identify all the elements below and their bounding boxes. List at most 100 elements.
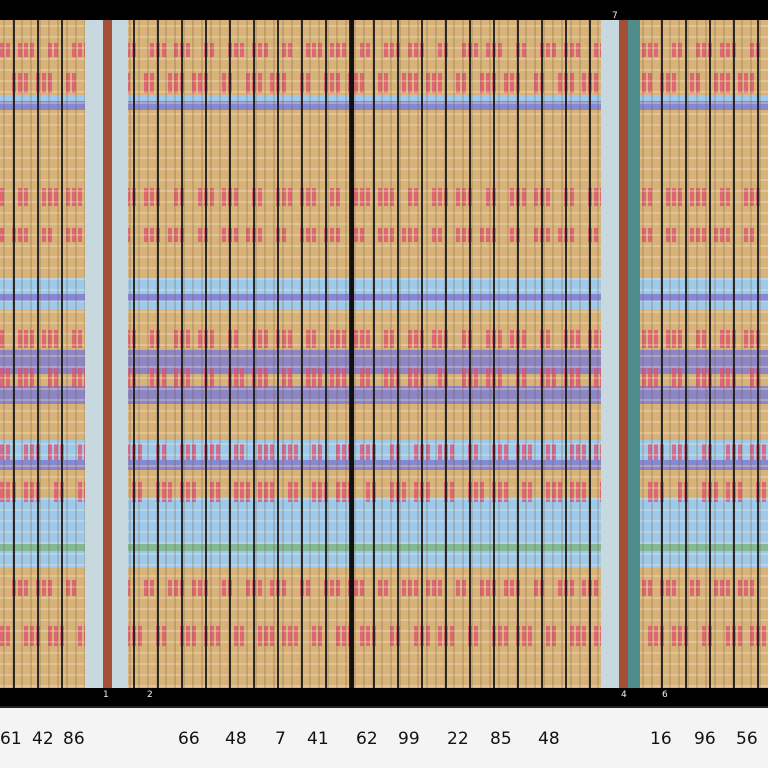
pink-glyph (270, 580, 274, 596)
pink-glyph (54, 444, 58, 460)
pink-glyph (0, 43, 4, 57)
pink-glyph (6, 43, 10, 57)
dark-rule (350, 20, 354, 688)
light-column (112, 20, 128, 688)
pink-glyph (0, 444, 4, 460)
pink-glyph (672, 43, 676, 57)
pink-glyph (744, 580, 748, 596)
pink-glyph (222, 73, 226, 93)
ruler-label: 85 (490, 729, 512, 749)
pink-glyph (360, 580, 364, 596)
pink-glyph (330, 73, 334, 93)
pink-glyph (414, 626, 418, 646)
pink-glyph (288, 444, 292, 460)
pink-glyph (24, 580, 28, 596)
marker-label: 4 (621, 690, 627, 700)
pink-glyph (726, 626, 730, 646)
pink-glyph (162, 626, 166, 646)
pink-glyph (690, 580, 694, 596)
pink-glyph (366, 43, 370, 57)
pink-glyph (144, 580, 148, 596)
pink-glyph (522, 43, 526, 57)
marker-label: 7 (612, 11, 618, 21)
pink-glyph (522, 626, 526, 646)
pink-glyph (738, 580, 742, 596)
ruler-label: 56 (736, 729, 758, 749)
pink-glyph (294, 626, 298, 646)
pink-glyph (654, 444, 658, 460)
pink-glyph (384, 580, 388, 596)
pink-glyph (486, 580, 490, 596)
pink-glyph (504, 73, 508, 93)
pink-glyph (744, 73, 748, 93)
pink-glyph (672, 580, 676, 596)
pink-glyph (510, 73, 514, 93)
pink-glyph (18, 43, 22, 57)
pink-glyph (168, 73, 172, 93)
pink-glyph (648, 73, 652, 93)
pink-glyph (702, 626, 706, 646)
pink-glyph (162, 444, 166, 460)
pink-glyph (342, 444, 346, 460)
pink-glyph (234, 626, 238, 646)
pink-glyph (450, 444, 454, 460)
marker-label: 6 (662, 690, 668, 700)
pink-glyph (24, 444, 28, 460)
pink-glyph (654, 43, 658, 57)
pink-glyph (504, 444, 508, 460)
pink-glyph (384, 73, 388, 93)
teal-column (628, 20, 640, 688)
marker-label: 1 (103, 690, 109, 700)
pink-glyph (186, 444, 190, 460)
pink-glyph (414, 580, 418, 596)
ruler-label: 42 (32, 729, 54, 749)
pink-glyph (762, 626, 766, 646)
pink-glyph (384, 43, 388, 57)
pink-glyph (288, 43, 292, 57)
pink-glyph (378, 580, 382, 596)
pink-glyph (414, 43, 418, 57)
pink-glyph (330, 43, 334, 57)
pink-glyph (504, 626, 508, 646)
pink-glyph (42, 580, 46, 596)
pink-glyph (438, 73, 442, 93)
marker-label: 2 (147, 690, 153, 700)
pink-glyph (54, 43, 58, 57)
pink-glyph (582, 73, 586, 93)
pink-glyph (72, 43, 76, 57)
pink-glyph (666, 580, 670, 596)
pink-glyph (144, 73, 148, 93)
pink-glyph (240, 444, 244, 460)
ruler-label: 48 (225, 729, 247, 749)
pink-glyph (342, 626, 346, 646)
pink-glyph (594, 626, 598, 646)
pink-glyph (306, 73, 310, 93)
light-column (85, 20, 103, 688)
pink-glyph (666, 73, 670, 93)
pink-glyph (654, 626, 658, 646)
pink-glyph (528, 626, 532, 646)
rust-column (103, 20, 112, 688)
pink-glyph (168, 580, 172, 596)
pink-glyph (378, 73, 382, 93)
ruler-label: 62 (356, 729, 378, 749)
pink-glyph (18, 73, 22, 93)
grid-artwork: 61 42 86 66 48 7 41 62 99 22 85 48 16 96… (0, 0, 768, 768)
pink-glyph (546, 444, 550, 460)
pink-glyph (54, 626, 58, 646)
pink-glyph (366, 444, 370, 460)
pink-glyph (198, 73, 202, 93)
pink-glyph (6, 444, 10, 460)
pink-glyph (0, 626, 4, 646)
pink-glyph (594, 73, 598, 93)
pink-glyph (234, 43, 238, 57)
pink-glyph (78, 626, 82, 646)
pink-glyph (234, 444, 238, 460)
pink-glyph (78, 43, 82, 57)
pink-glyph (738, 444, 742, 460)
pink-glyph (738, 626, 742, 646)
pink-glyph (486, 43, 490, 57)
pink-glyph (402, 73, 406, 93)
pink-glyph (438, 626, 442, 646)
ruler-label: 66 (178, 729, 200, 749)
